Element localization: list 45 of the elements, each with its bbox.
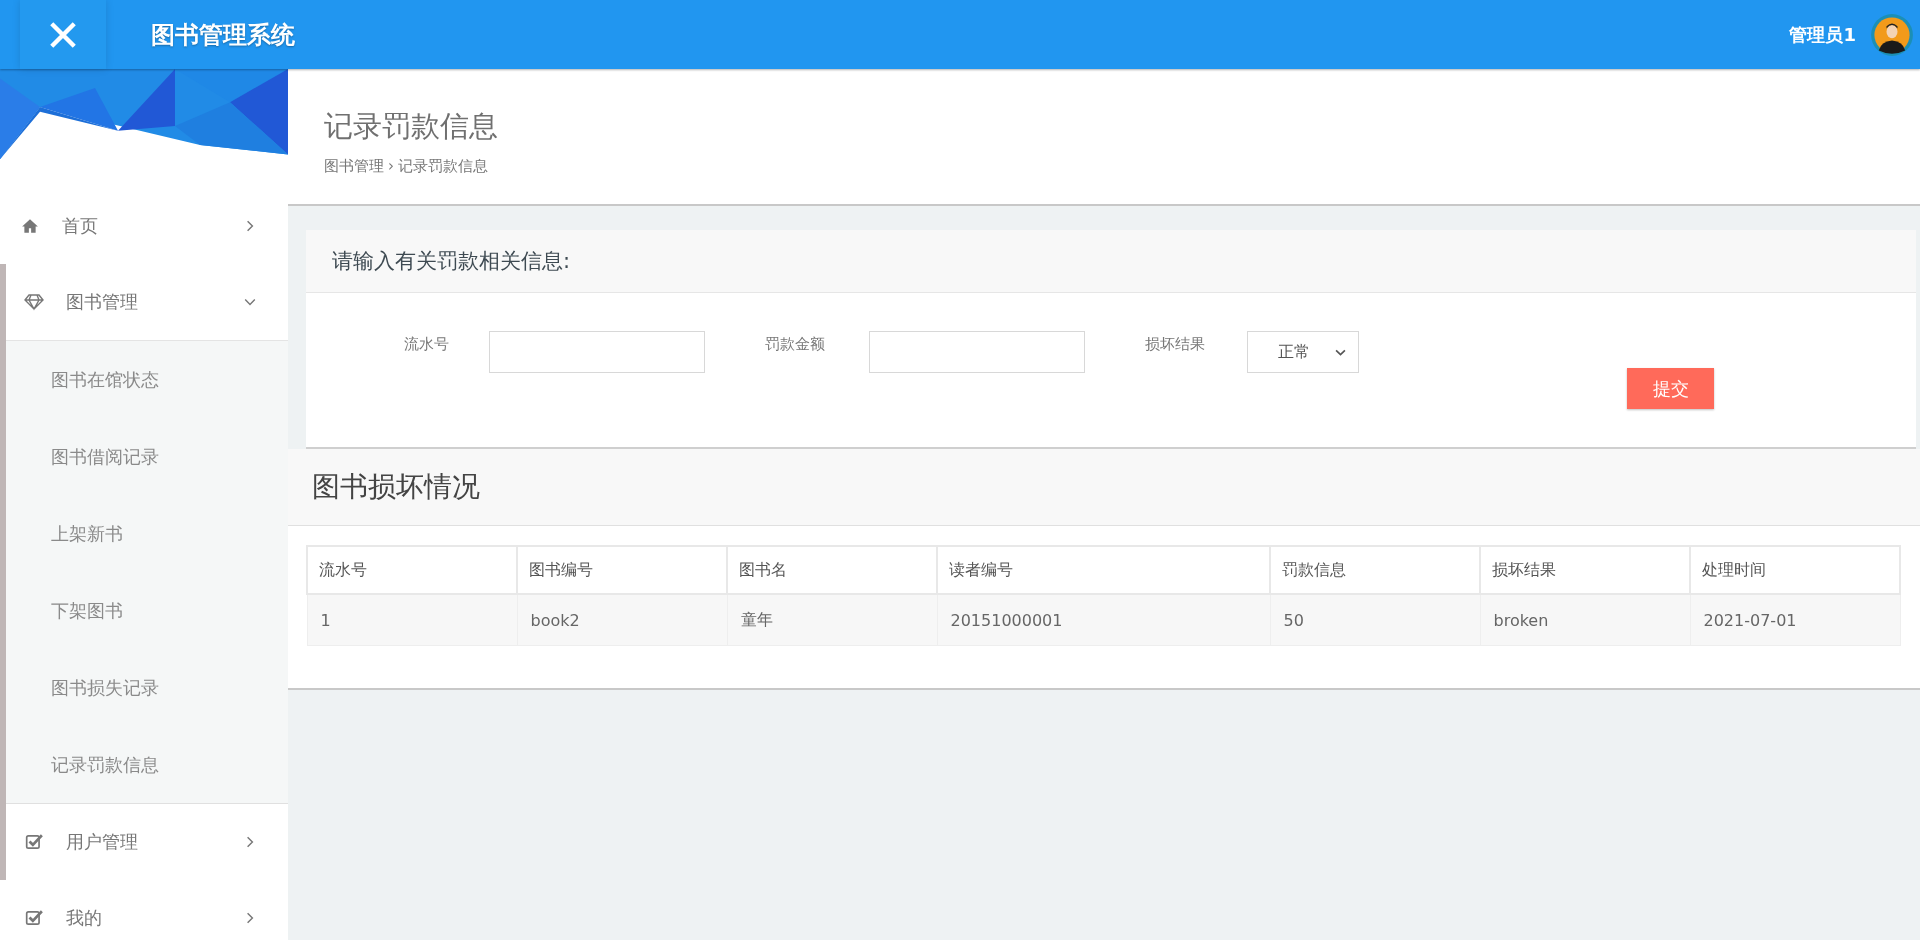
column-header: 流水号 xyxy=(307,546,517,594)
section-title: 图书损坏情况 xyxy=(288,449,1920,526)
home-icon xyxy=(20,217,40,235)
table-cell: broken xyxy=(1480,594,1690,646)
breadcrumb-link[interactable]: 图书管理 xyxy=(324,157,384,176)
table-cell: 1 xyxy=(307,594,517,646)
input-field[interactable] xyxy=(869,331,1085,373)
breadcrumb-link[interactable]: 记录罚款信息 xyxy=(398,157,488,176)
column-header: 读者编号 xyxy=(937,546,1270,594)
column-header: 图书编号 xyxy=(517,546,727,594)
table-cell: 50 xyxy=(1270,594,1480,646)
diamond-icon xyxy=(24,293,44,311)
submenu-item[interactable]: 下架图书 xyxy=(6,572,288,649)
menu-item[interactable]: 我的 xyxy=(6,880,288,940)
checkbox-icon xyxy=(24,833,44,851)
column-header: 损坏结果 xyxy=(1480,546,1690,594)
menu-item[interactable]: 用户管理 xyxy=(6,804,288,880)
table-cell: book2 xyxy=(517,594,727,646)
form-title: 请输入有关罚款相关信息: xyxy=(306,230,1916,293)
field-label: 罚款金额 xyxy=(765,335,826,354)
page-title: 记录罚款信息 xyxy=(324,108,499,145)
breadcrumb-separator: › xyxy=(388,157,394,176)
close-icon xyxy=(48,19,78,50)
input-field[interactable] xyxy=(489,331,705,373)
submenu-item[interactable]: 记录罚款信息 xyxy=(6,726,288,803)
close-button[interactable] xyxy=(20,0,106,69)
submenu-item[interactable]: 图书借阅记录 xyxy=(6,418,288,495)
table-cell: 2021-07-01 xyxy=(1690,594,1900,646)
submenu-item[interactable]: 图书在馆状态 xyxy=(6,341,288,418)
submit-button[interactable]: 提交 xyxy=(1627,368,1714,409)
field-label: 流水号 xyxy=(404,335,450,354)
app-title: 图书管理系统 xyxy=(151,19,295,51)
menu-item[interactable]: 首页 xyxy=(0,188,288,264)
table-cell: 20151000001 xyxy=(937,594,1270,646)
avatar-icon[interactable] xyxy=(1870,12,1914,57)
column-header: 罚款信息 xyxy=(1270,546,1480,594)
result-dropdown[interactable]: 正常 xyxy=(1247,331,1359,373)
submenu-item[interactable]: 图书损失记录 xyxy=(6,649,288,726)
column-header: 处理时间 xyxy=(1690,546,1900,594)
submenu-item[interactable]: 上架新书 xyxy=(6,495,288,572)
table-cell: 童年 xyxy=(727,594,937,646)
field-label: 损坏结果 xyxy=(1145,335,1206,354)
checkbox-icon xyxy=(24,909,44,927)
user-name[interactable]: 管理员1 xyxy=(1789,22,1856,47)
column-header: 图书名 xyxy=(727,546,937,594)
